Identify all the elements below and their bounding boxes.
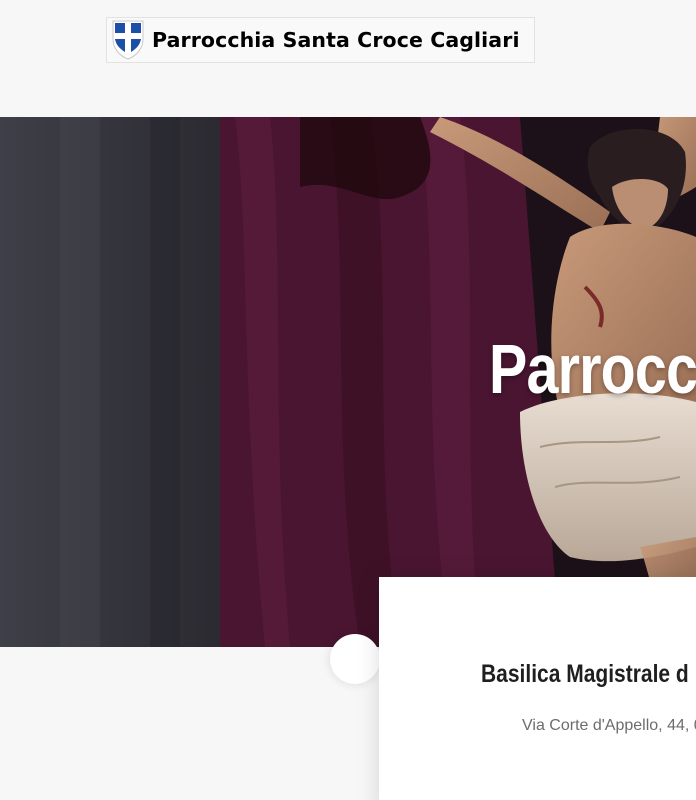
church-info-card: Basilica Magistrale d Via Corte d'Appell… xyxy=(379,577,696,800)
site-header: Parrocchia Santa Croce Cagliari xyxy=(0,0,696,117)
hero-banner: Parrocc xyxy=(0,117,696,647)
shield-cross-icon xyxy=(112,20,144,60)
hero-title: Parrocc xyxy=(489,330,696,408)
scroll-indicator[interactable] xyxy=(330,634,380,684)
church-name: Basilica Magistrale d xyxy=(481,660,689,688)
site-name: Parrocchia Santa Croce Cagliari xyxy=(152,28,520,52)
church-address: Via Corte d'Appello, 44, 0 xyxy=(522,717,696,734)
site-logo-link[interactable]: Parrocchia Santa Croce Cagliari xyxy=(106,17,535,63)
